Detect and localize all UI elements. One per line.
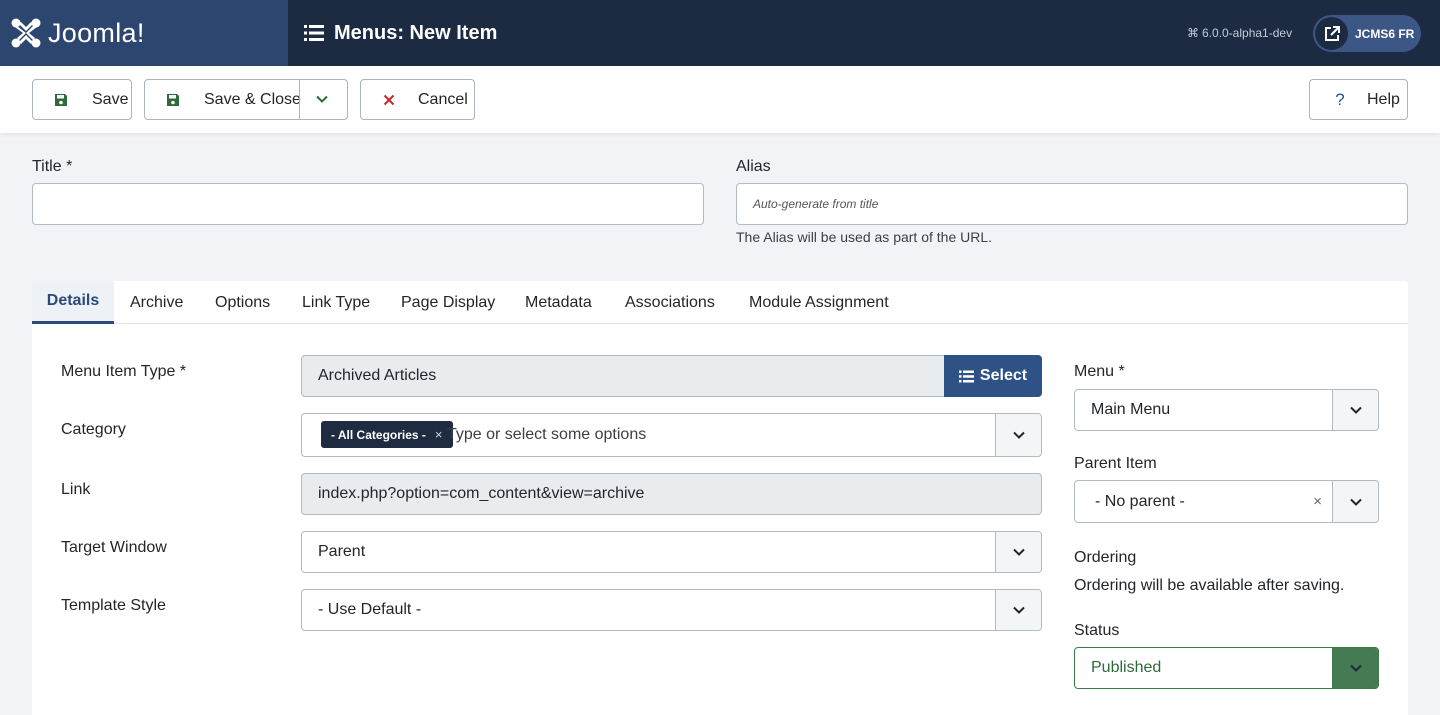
parent-item-label: Parent Item bbox=[1074, 455, 1157, 472]
menu-item-type-value: Archived Articles bbox=[318, 367, 437, 384]
joomla-icon bbox=[11, 18, 41, 48]
save-close-button[interactable]: Save & Close bbox=[144, 79, 348, 120]
link-value: index.php?option=com_content&view=archiv… bbox=[318, 485, 645, 502]
floppy-disk-icon bbox=[163, 93, 183, 107]
chevron-down-icon[interactable] bbox=[995, 532, 1041, 572]
category-chip[interactable]: - All Categories - × bbox=[321, 421, 453, 448]
view-site-button[interactable]: JCMS6 FR bbox=[1313, 15, 1421, 52]
target-window-select[interactable]: Parent bbox=[301, 531, 1042, 573]
question-icon: ? bbox=[1335, 89, 1345, 109]
menu-item-type-field: Archived Articles bbox=[301, 355, 946, 397]
tab-link-type[interactable]: Link Type bbox=[302, 281, 370, 324]
chevron-down-icon[interactable] bbox=[1332, 648, 1378, 688]
site-name: JCMS6 FR bbox=[1355, 26, 1415, 41]
status-value: Published bbox=[1091, 659, 1162, 676]
clear-icon[interactable]: × bbox=[1313, 481, 1322, 522]
toolbar: Save Save & Close Cancel ? Help bbox=[0, 66, 1440, 133]
title-input[interactable] bbox=[32, 183, 704, 225]
alias-placeholder: Auto-generate from title bbox=[753, 197, 879, 211]
target-window-value: Parent bbox=[318, 543, 366, 560]
status-select[interactable]: Published bbox=[1074, 647, 1379, 689]
tab-options[interactable]: Options bbox=[215, 281, 270, 324]
joomla-small-icon: ⌘ bbox=[1187, 26, 1199, 40]
remove-chip-icon[interactable]: × bbox=[435, 427, 443, 442]
save-label: Save bbox=[92, 90, 129, 108]
app-header: Joomla! Menus: New Item ⌘ 6.0.0-alpha1-d… bbox=[0, 0, 1440, 66]
chevron-down-icon[interactable] bbox=[995, 590, 1041, 630]
category-chip-label: - All Categories - bbox=[331, 427, 426, 442]
joomla-logo[interactable]: Joomla! bbox=[0, 0, 288, 66]
status-label: Status bbox=[1074, 622, 1120, 639]
button-divider bbox=[299, 80, 300, 119]
parent-item-select[interactable]: - No parent - × bbox=[1074, 480, 1379, 523]
close-icon bbox=[379, 94, 399, 106]
menu-label: Menu * bbox=[1074, 363, 1125, 380]
tab-page-display[interactable]: Page Display bbox=[401, 281, 495, 324]
version-info: ⌘ 6.0.0-alpha1-dev bbox=[1187, 0, 1292, 66]
brand-name: Joomla! bbox=[48, 17, 145, 48]
help-button[interactable]: ? Help bbox=[1309, 79, 1408, 120]
cancel-button[interactable]: Cancel bbox=[360, 79, 475, 120]
save-button[interactable]: Save bbox=[32, 79, 132, 120]
title-label: Title * bbox=[32, 158, 73, 175]
select-type-button[interactable]: Select bbox=[944, 355, 1042, 397]
category-placeholder[interactable]: Type or select some options bbox=[447, 414, 646, 456]
help-label: Help bbox=[1367, 90, 1400, 108]
category-select[interactable]: - All Categories - × Type or select some… bbox=[301, 413, 1042, 457]
target-window-label: Target Window bbox=[61, 539, 167, 556]
cancel-label: Cancel bbox=[418, 90, 468, 108]
version-text: 6.0.0-alpha1-dev bbox=[1202, 26, 1293, 40]
template-style-value: - Use Default - bbox=[318, 601, 422, 618]
menu-item-type-label: Menu Item Type * bbox=[61, 363, 187, 380]
link-field: index.php?option=com_content&view=archiv… bbox=[301, 473, 1042, 515]
select-label: Select bbox=[979, 367, 1028, 384]
chevron-down-icon[interactable] bbox=[315, 92, 329, 111]
template-style-select[interactable]: - Use Default - bbox=[301, 589, 1042, 631]
page-title-area: Menus: New Item bbox=[304, 0, 497, 66]
link-label: Link bbox=[61, 481, 91, 498]
parent-item-value: - No parent - bbox=[1095, 492, 1185, 510]
alias-hint: The Alias will be used as part of the UR… bbox=[736, 229, 993, 245]
external-link-icon bbox=[1315, 17, 1348, 50]
page-title: Menus: New Item bbox=[334, 21, 498, 44]
alias-input[interactable]: Auto-generate from title bbox=[736, 183, 1408, 225]
list-icon bbox=[304, 25, 324, 41]
menu-select[interactable]: Main Menu bbox=[1074, 389, 1379, 431]
category-label: Category bbox=[61, 421, 126, 438]
save-close-label: Save & Close bbox=[204, 90, 301, 108]
list-icon bbox=[958, 370, 974, 382]
tab-details[interactable]: Details bbox=[32, 281, 114, 324]
chevron-down-icon[interactable] bbox=[995, 414, 1041, 456]
alias-label: Alias bbox=[736, 158, 771, 175]
tab-metadata[interactable]: Metadata bbox=[525, 281, 592, 324]
floppy-disk-icon bbox=[51, 93, 71, 107]
ordering-label: Ordering bbox=[1074, 549, 1137, 566]
template-style-label: Template Style bbox=[61, 597, 166, 614]
tab-archive[interactable]: Archive bbox=[130, 281, 183, 324]
tab-bar: Details Archive Options Link Type Page D… bbox=[32, 281, 1408, 324]
chevron-down-icon[interactable] bbox=[1332, 390, 1378, 430]
chevron-down-icon[interactable] bbox=[1332, 481, 1378, 522]
tab-module-assignment[interactable]: Module Assignment bbox=[749, 281, 889, 324]
tab-associations[interactable]: Associations bbox=[625, 281, 715, 324]
menu-value: Main Menu bbox=[1091, 401, 1171, 418]
ordering-info: Ordering will be available after saving. bbox=[1074, 577, 1345, 594]
